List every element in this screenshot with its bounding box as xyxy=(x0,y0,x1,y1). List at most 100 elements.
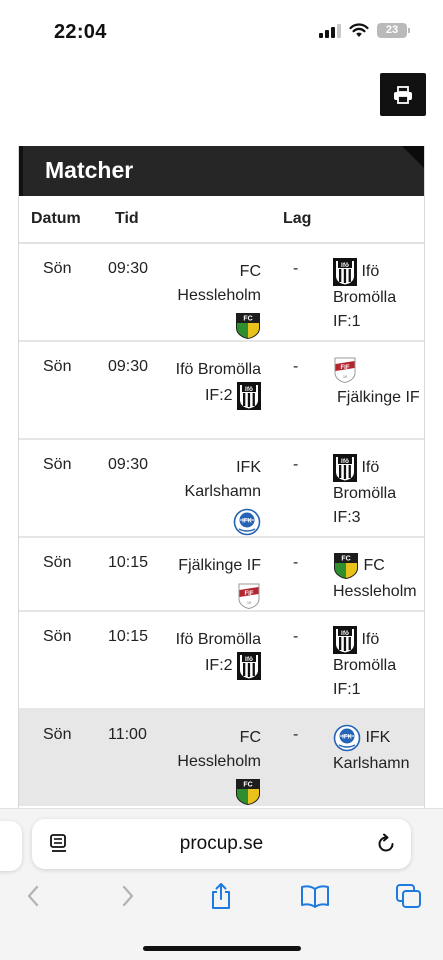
home-team-name: IFK Karlshamn xyxy=(184,459,261,500)
away-team: Ifö Ifö Bromölla IF:3 xyxy=(333,454,423,530)
previous-tab-preview[interactable] xyxy=(0,821,22,871)
home-team: FC Hessleholm FC xyxy=(159,260,261,340)
score-separator: - xyxy=(293,726,299,743)
match-row[interactable]: Sön 10:15 Fjälkinge IF FIF 19 - FC FC Hessleho… xyxy=(19,538,424,612)
home-team: FC Hessleholm FC xyxy=(159,726,261,806)
svg-text:FC: FC xyxy=(243,782,252,789)
home-indicator xyxy=(143,946,301,951)
book-icon xyxy=(301,885,329,908)
reload-icon[interactable] xyxy=(375,833,397,855)
ifo-bromolla-logo-icon: Ifö xyxy=(333,454,357,482)
home-team-name: FC Hessleholm xyxy=(177,263,261,304)
score-separator: - xyxy=(293,628,299,645)
panel-header: Matcher xyxy=(19,146,424,196)
fc-hessleholm-logo-icon: FC xyxy=(235,778,261,806)
away-team: Ifö Ifö Bromölla IF:1 xyxy=(333,626,423,702)
svg-text:FIF: FIF xyxy=(341,365,350,371)
away-team: Ifö Ifö Bromölla IF:1 xyxy=(333,258,423,334)
header-team: Lag xyxy=(283,210,312,227)
ifo-bromolla-logo-icon: Ifö xyxy=(333,626,357,654)
match-row[interactable]: Sön 09:30 Ifö Bromölla IF:2 Ifö - FIF 19 Fjälk… xyxy=(19,342,424,440)
svg-text:19: 19 xyxy=(247,601,251,605)
svg-text:19: 19 xyxy=(343,375,347,379)
match-day: Sön xyxy=(43,358,72,375)
away-team: IFK IFK Karlshamn xyxy=(333,724,423,776)
forward-button[interactable] xyxy=(113,881,143,911)
match-day: Sön xyxy=(43,628,72,645)
home-team: Ifö Bromölla IF:2 Ifö xyxy=(159,358,261,410)
address-bar[interactable]: procup.se xyxy=(32,819,411,869)
svg-text:IFK: IFK xyxy=(342,735,352,741)
svg-text:Ifö: Ifö xyxy=(341,262,349,269)
status-icons: 23 xyxy=(319,23,410,38)
match-day: Sön xyxy=(43,554,72,571)
panel-title: Matcher xyxy=(45,157,134,183)
table-header: Datum Tid Lag xyxy=(19,196,424,244)
fjalkinge-if-logo-icon: FIF 19 xyxy=(237,582,261,610)
browser-toolbar: procup.se xyxy=(0,808,443,960)
match-day: Sön xyxy=(43,726,72,743)
status-time: 22:04 xyxy=(54,21,107,43)
svg-text:FC: FC xyxy=(243,316,252,323)
score-separator: - xyxy=(293,358,299,375)
svg-text:Ifö: Ifö xyxy=(341,458,349,465)
chevron-left-icon xyxy=(27,885,39,907)
ifo-bromolla-logo-icon: Ifö xyxy=(333,258,357,286)
svg-text:Ifö: Ifö xyxy=(245,656,253,663)
match-row[interactable]: Sön 10:15 Ifö Bromölla IF:2 Ifö - Ifö Ifö Br… xyxy=(19,612,424,710)
match-time: 10:15 xyxy=(108,628,149,645)
header-time: Tid xyxy=(115,210,139,227)
home-team: Fjälkinge IF FIF 19 xyxy=(159,554,261,610)
away-team-name: Fjälkinge IF xyxy=(337,389,420,406)
match-time: 09:30 xyxy=(108,456,149,473)
corner-decoration xyxy=(402,146,424,168)
share-button[interactable] xyxy=(206,881,236,911)
print-button[interactable] xyxy=(380,73,426,116)
match-row[interactable]: Sön 11:00 FC Hessleholm FC - IFK IFK Karlsham… xyxy=(19,710,424,806)
chevron-right-icon xyxy=(122,885,134,907)
svg-text:IFK: IFK xyxy=(242,519,252,525)
match-day: Sön xyxy=(43,456,72,473)
ifo-bromolla-logo-icon: Ifö xyxy=(237,382,261,410)
tabs-icon xyxy=(396,884,421,908)
home-team: Ifö Bromölla IF:2 Ifö xyxy=(159,628,261,680)
home-team: IFK Karlshamn IFK xyxy=(159,456,261,536)
ifk-karlshamn-logo-icon: IFK xyxy=(233,508,261,536)
ifo-bromolla-logo-icon: Ifö xyxy=(237,652,261,680)
match-time: 09:30 xyxy=(108,260,149,277)
share-icon xyxy=(212,883,230,909)
wifi-icon xyxy=(349,23,369,37)
fc-hessleholm-logo-icon: FC xyxy=(235,312,261,340)
svg-text:FIF: FIF xyxy=(245,591,254,597)
home-team-name: FC Hessleholm xyxy=(177,729,261,770)
match-time: 10:15 xyxy=(108,554,149,571)
battery-icon: 23 xyxy=(377,23,410,38)
match-row[interactable]: Sön 09:30 IFK Karlshamn IFK - Ifö Ifö Bromöll… xyxy=(19,440,424,538)
matches-panel: Matcher Datum Tid Lag Sön 09:30 FC Hessleh… xyxy=(18,146,425,816)
ifk-karlshamn-logo-icon: IFK xyxy=(333,724,361,752)
status-bar: 22:04 23 xyxy=(0,0,443,58)
away-team: FIF 19 Fjälkinge IF xyxy=(333,356,423,410)
score-separator: - xyxy=(293,456,299,473)
back-button[interactable] xyxy=(18,881,48,911)
score-separator: - xyxy=(293,260,299,277)
svg-text:Ifö: Ifö xyxy=(341,630,349,637)
match-row[interactable]: Sön 09:30 FC Hessleholm FC - Ifö Ifö Bromölla… xyxy=(19,244,424,342)
match-list: Sön 09:30 FC Hessleholm FC - Ifö Ifö Bromölla… xyxy=(19,244,424,806)
svg-text:FC: FC xyxy=(341,556,350,563)
away-team: FC FC Hessleholm xyxy=(333,552,423,604)
printer-icon xyxy=(394,85,412,104)
tabs-button[interactable] xyxy=(394,881,424,911)
home-team-name: Fjälkinge IF xyxy=(178,557,261,574)
score-separator: - xyxy=(293,554,299,571)
bookmarks-button[interactable] xyxy=(300,881,330,911)
svg-text:Ifö: Ifö xyxy=(245,386,253,393)
fc-hessleholm-logo-icon: FC xyxy=(333,552,359,580)
match-time: 11:00 xyxy=(108,726,147,743)
url-text: procup.se xyxy=(179,833,264,854)
match-day: Sön xyxy=(43,260,72,277)
fjalkinge-if-logo-icon: FIF 19 xyxy=(333,356,357,384)
header-date: Datum xyxy=(31,210,81,227)
match-time: 09:30 xyxy=(108,358,149,375)
cellular-signal-icon xyxy=(319,23,341,38)
